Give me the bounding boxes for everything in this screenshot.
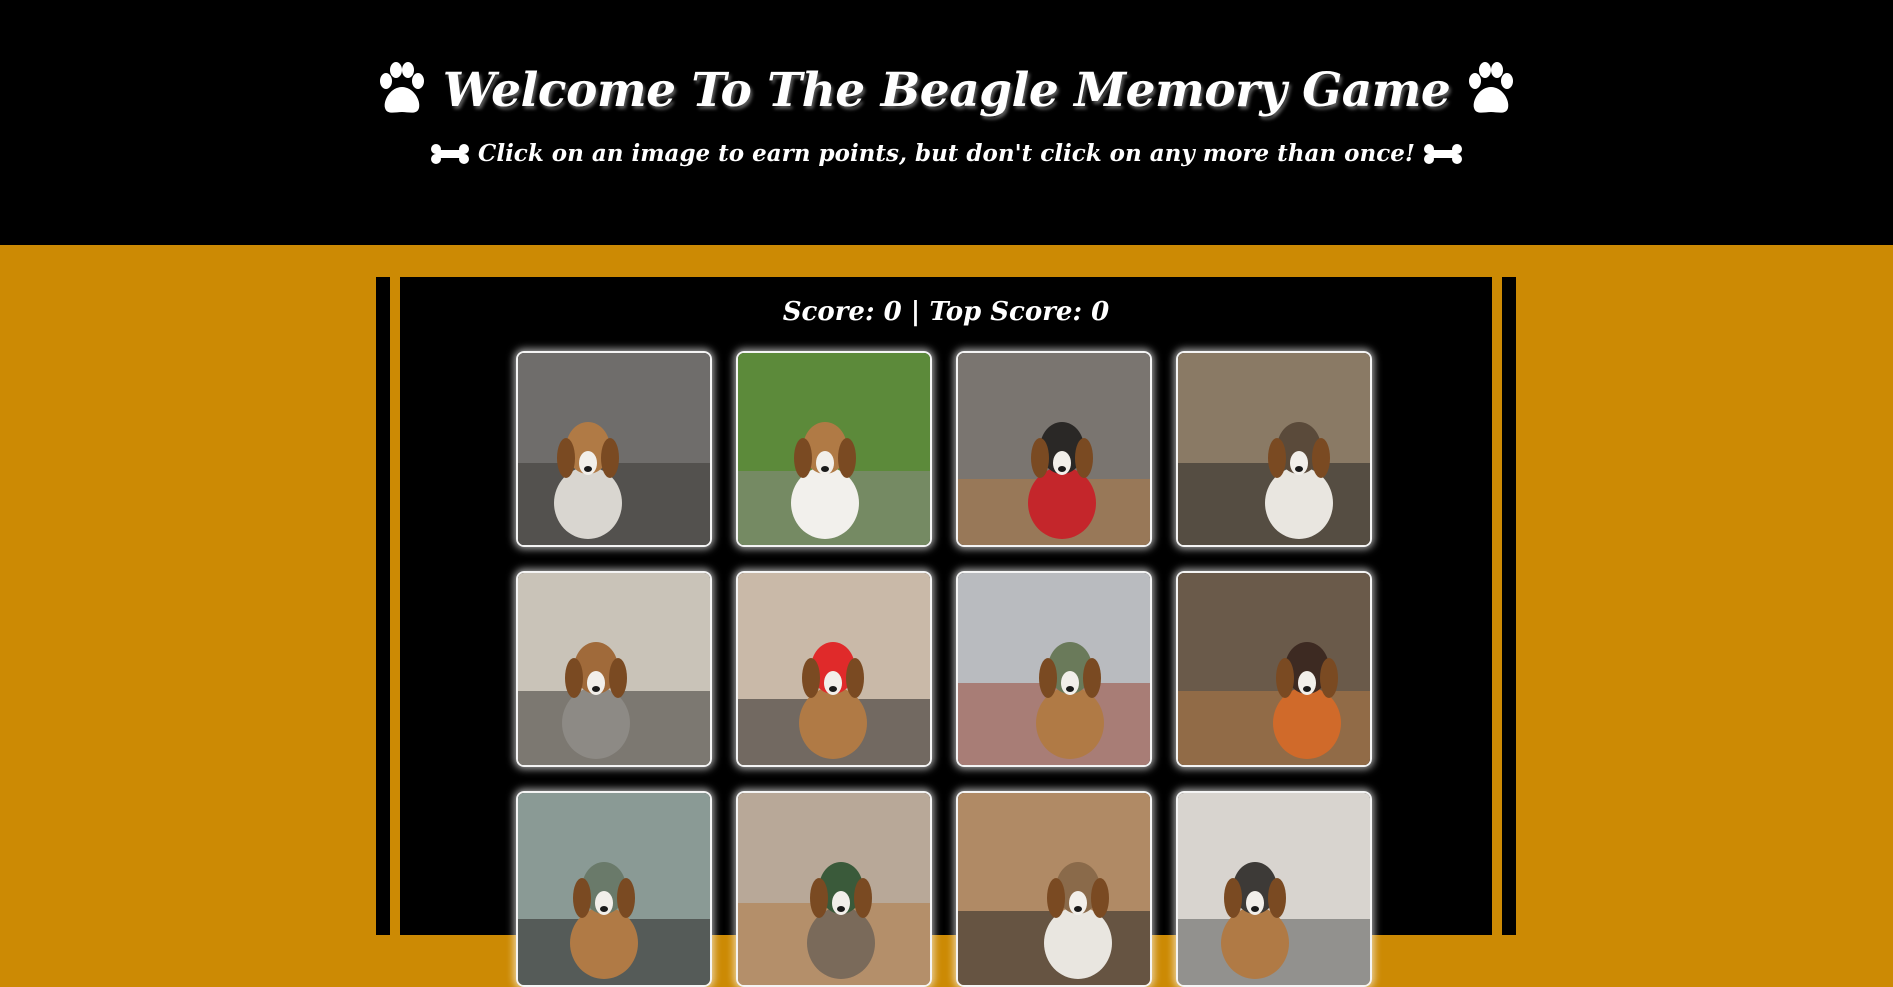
scoreboard: Score: 0 | Top Score: 0 [376, 297, 1516, 327]
beagle-card-3[interactable] [956, 351, 1152, 547]
title-row: Welcome To The Beagle Memory Game [0, 62, 1893, 118]
beagle-card-10[interactable] [736, 791, 932, 987]
beagle-photo [518, 573, 710, 765]
beagle-photo [1178, 793, 1370, 985]
beagle-card-9[interactable] [516, 791, 712, 987]
game-board: Score: 0 | Top Score: 0 [376, 277, 1516, 987]
frame-border-right [1492, 277, 1502, 935]
page-title: Welcome To The Beagle Memory Game [442, 62, 1451, 118]
paw-icon [1462, 62, 1520, 118]
beagle-card-5[interactable] [516, 571, 712, 767]
top-score-label: Top Score: [929, 297, 1083, 327]
beagle-card-7[interactable] [956, 571, 1152, 767]
beagle-photo [1178, 573, 1370, 765]
beagle-photo [958, 573, 1150, 765]
score-value: 0 [883, 297, 902, 327]
top-score-value: 0 [1091, 297, 1110, 327]
beagle-photo [958, 353, 1150, 545]
beagle-photo [738, 573, 930, 765]
frame-border-left [390, 277, 400, 935]
beagle-card-2[interactable] [736, 351, 932, 547]
beagle-photo [518, 793, 710, 985]
page-header: Welcome To The Beagle Memory Game Click … [0, 0, 1893, 245]
score-separator: | [910, 297, 921, 327]
page-subtitle: Click on an image to earn points, but do… [478, 140, 1415, 167]
subtitle-row: Click on an image to earn points, but do… [0, 140, 1893, 167]
beagle-card-4[interactable] [1176, 351, 1372, 547]
beagle-card-8[interactable] [1176, 571, 1372, 767]
beagle-photo [958, 793, 1150, 985]
beagle-photo [1178, 353, 1370, 545]
bone-icon [1423, 143, 1463, 165]
score-label: Score: [782, 297, 875, 327]
beagle-card-11[interactable] [956, 791, 1152, 987]
beagle-card-12[interactable] [1176, 791, 1372, 987]
beagle-card-6[interactable] [736, 571, 932, 767]
paw-icon [373, 62, 431, 118]
bone-icon [430, 143, 470, 165]
beagle-card-1[interactable] [516, 351, 712, 547]
beagle-photo [518, 353, 710, 545]
beagle-photo [738, 793, 930, 985]
card-grid [516, 351, 1372, 987]
beagle-photo [738, 353, 930, 545]
